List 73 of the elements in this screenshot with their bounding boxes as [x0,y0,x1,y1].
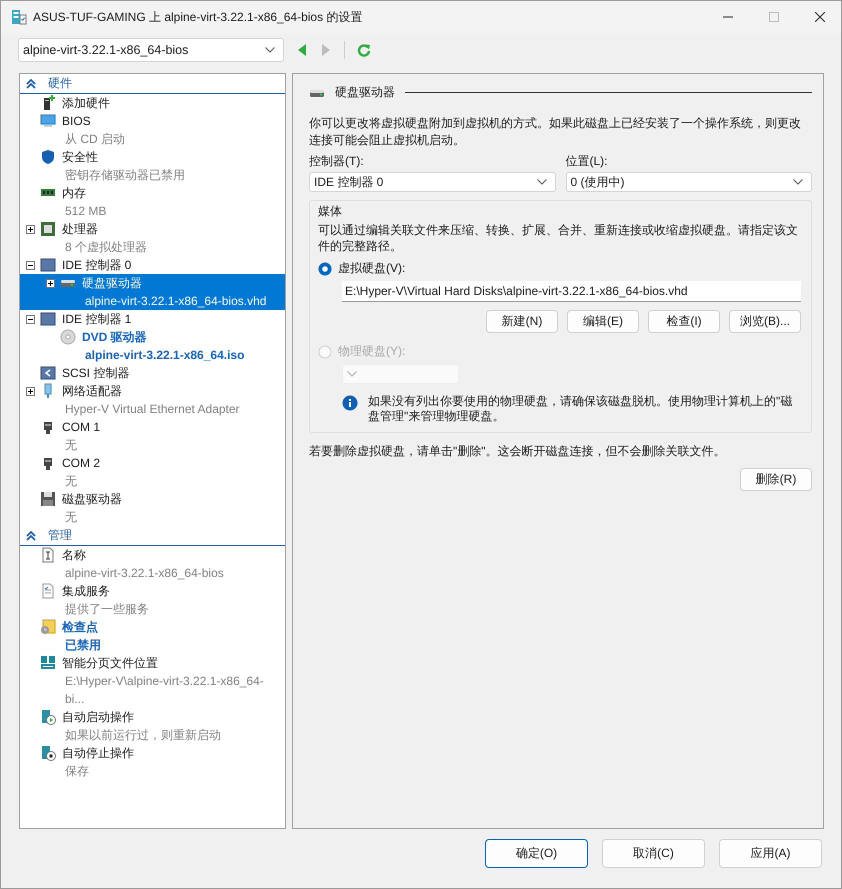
tree-item[interactable]: BIOS 从 CD 启动 [40,112,285,148]
chevron-down-icon [793,179,803,185]
maximize-icon [769,12,779,22]
close-icon[interactable] [815,12,825,22]
chevron-down-icon [265,46,275,52]
plus-box-icon[interactable] [26,386,35,396]
plus-box-icon[interactable] [26,224,35,234]
tree-item[interactable]: IDE 控制器 0 [40,256,285,274]
tree-item[interactable]: COM 2 无 [40,454,285,490]
memory-module-icon [40,655,56,671]
minus-box-icon[interactable] [26,260,35,270]
controller-label: 控制器(T): [309,153,365,170]
section-header[interactable]: 管理 [20,526,285,546]
dialog-button[interactable]: 应用(A) [719,839,822,868]
media-description: 可以通过编辑关联文件来压缩、转换、扩展、合并、重新连接或收缩虚拟硬盘。请指定该文件的完整路径。 [318,222,799,254]
checklist-icon [40,583,56,599]
controller-card-icon [40,257,56,273]
chevron-down-icon [536,179,546,185]
controller-card-icon [40,365,56,381]
media-button[interactable]: 编辑(E) [567,310,639,333]
monitor-icon [40,113,56,129]
disc-icon [60,329,76,345]
tree-item[interactable]: 检查点 已禁用 [40,618,285,654]
chevron-down-icon [347,371,357,377]
plus-box-icon[interactable] [46,278,55,288]
delete-note: 若要删除虚拟硬盘，请单击"删除"。这会断开磁盘连接，但不会删除关联文件。 [309,443,727,460]
tree-item[interactable]: IDE 控制器 1 [40,310,285,328]
document-icon [40,547,56,563]
dialog-button[interactable]: 确定(O) [485,839,588,868]
controller-dropdown[interactable]: IDE 控制器 0 [309,172,556,192]
path-field[interactable]: E:\Hyper-V\Virtual Hard Disks\alpine-virt-3.22.1-x86_64-bios.vhd [342,281,801,302]
tree-item[interactable]: 添加硬件 [40,94,285,112]
tree-item[interactable]: 安全性 密钥存储驱动器已禁用 [40,148,285,184]
vm-dropdown[interactable]: alpine-virt-3.22.1-x86_64-bios [18,38,284,62]
location-dropdown[interactable]: 0 (使用中) [566,172,812,192]
panel-title: 硬盘驱动器 [335,84,395,101]
media-button[interactable]: 浏览(B)... [729,310,801,333]
tree-item[interactable]: 自动启动操作 如果以前运行过，则重新启动 [40,708,285,744]
minus-box-icon[interactable] [26,314,35,324]
back-arrow-icon[interactable] [296,42,308,56]
group-title: 媒体 [318,203,343,220]
chip-icon [40,221,56,237]
tree-item[interactable]: 名称 alpine-virt-3.22.1-x86_64-bios [40,546,285,582]
section-header[interactable]: 硬件 [20,74,285,94]
tree-item[interactable]: COM 1 无 [40,418,285,454]
tree-item[interactable]: 内存 512 MB [40,184,285,220]
tree-item[interactable]: 集成服务 提供了一些服务 [40,582,285,618]
location-label: 位置(L): [566,153,608,170]
tree-item[interactable]: SCSI 控制器 [40,364,285,382]
dialog-button[interactable]: 取消(C) [602,839,705,868]
hard-drive-icon [309,88,325,98]
delete-button[interactable]: 删除(R) [740,468,812,491]
refresh-icon[interactable] [357,42,371,56]
window-app-icon [11,9,27,25]
info-icon [342,395,358,411]
folder-clock-icon [40,619,56,635]
tree-item[interactable]: 处理器 8 个虚拟处理器 [40,220,285,256]
virtual-disk-radio[interactable]: 虚拟硬盘(V): [318,260,406,277]
info-text: 如果没有列出你要使用的物理硬盘，请确保该磁盘脱机。使用物理计算机上的"磁盘管理"来管理物理硬盘。 [368,394,794,424]
server-stop-icon [40,745,56,761]
floppy-icon [40,491,56,507]
server-play-icon [40,709,56,725]
tree-item[interactable]: 网络适配器 Hyper-V Virtual Ethernet Adapter [40,382,285,418]
tree-item[interactable]: DVD 驱动器 alpine-virt-3.22.1-x86_64.iso [60,328,285,364]
shield-icon [40,149,56,165]
description-text: 你可以更改将虚拟硬盘附加到虚拟机的方式。如果此磁盘上已经安装了一个操作系统，则更改连接可能会阻止虚拟机启动。 [309,115,802,149]
window-title: ASUS-TUF-GAMING 上 alpine-virt-3.22.1-x86_64-bios 的设置 [33,8,364,26]
tree-item[interactable]: 磁盘驱动器 无 [40,490,285,526]
media-button[interactable]: 新建(N) [486,310,558,333]
media-button[interactable]: 检查(I) [648,310,720,333]
tree-item[interactable]: 智能分页文件位置 E:\Hyper-V\alpine-virt-3.22.1-x86_64-bi... [40,654,285,708]
controller-card-icon [40,311,56,327]
tree-item[interactable]: 自动停止操作 保存 [40,744,285,780]
